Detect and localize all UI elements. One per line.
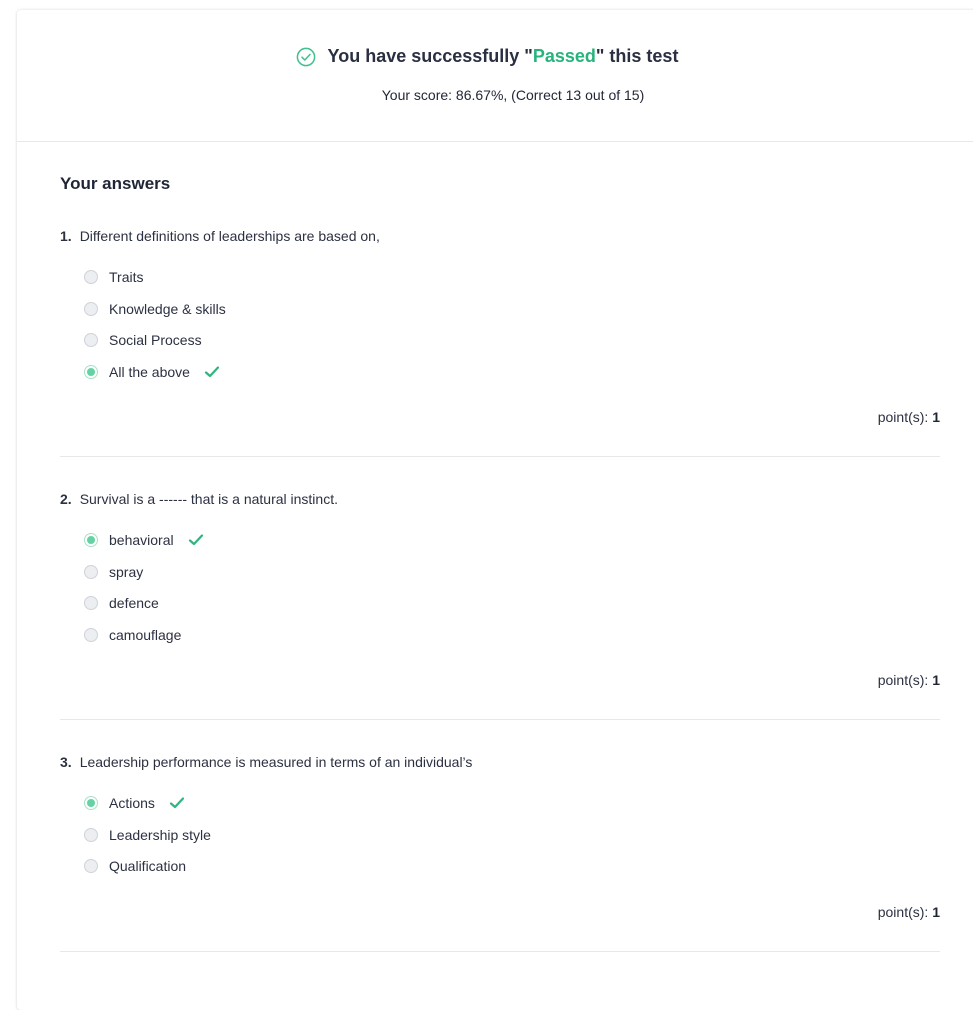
question-text: 3. Leadership performance is measured in… — [60, 754, 940, 770]
option-item[interactable]: Social Process — [84, 324, 226, 356]
option-label: defence — [109, 595, 159, 612]
option-item-selected[interactable]: behavioral — [84, 524, 204, 556]
question-3: 3. Leadership performance is measured in… — [60, 754, 940, 952]
radio-button[interactable] — [84, 627, 98, 642]
result-title-suffix: " this test — [595, 46, 679, 66]
option-item-selected[interactable]: Actions — [84, 787, 211, 819]
option-label: Actions — [109, 794, 155, 811]
points-value: 1 — [932, 672, 940, 688]
question-number: 3. — [60, 754, 72, 770]
question-prompt: Leadership performance is measured in te… — [79, 754, 473, 770]
question-points: point(s): 1 — [878, 409, 940, 425]
question-divider — [60, 951, 940, 952]
question-1: 1. Different definitions of leaderships … — [60, 228, 940, 457]
radio-button[interactable] — [84, 859, 98, 874]
option-label: All the above — [109, 363, 190, 380]
radio-button-checked[interactable] — [84, 795, 98, 810]
option-item-selected[interactable]: All the above — [84, 356, 226, 388]
score-summary: Your score: 86.67%, (Correct 13 out of 1… — [381, 87, 645, 103]
radio-button[interactable] — [84, 827, 98, 842]
question-text: 2. Survival is a ------ that is a natura… — [60, 491, 940, 507]
question-prompt: Different definitions of leaderships are… — [79, 228, 380, 244]
result-header: You have successfully "Passed" this test… — [17, 10, 973, 142]
points-value: 1 — [932, 409, 940, 425]
answers-heading: Your answers — [60, 174, 171, 193]
radio-button-checked[interactable] — [84, 532, 98, 547]
question-points: point(s): 1 — [878, 672, 940, 688]
radio-button[interactable] — [84, 596, 98, 611]
option-label: Social Process — [109, 332, 202, 349]
correct-check-icon — [169, 797, 185, 808]
radio-button[interactable] — [84, 564, 98, 579]
question-divider — [60, 719, 940, 720]
question-points: point(s): 1 — [878, 904, 940, 920]
option-item[interactable]: Leadership style — [84, 819, 211, 851]
option-item[interactable]: spray — [84, 556, 204, 588]
options-list: Traits Knowledge & skills Social Process… — [84, 261, 226, 388]
option-item[interactable]: Qualification — [84, 850, 211, 882]
result-title: You have successfully "Passed" this test — [17, 46, 957, 67]
points-label: point(s): — [877, 409, 929, 425]
question-number: 2. — [60, 491, 72, 507]
question-2: 2. Survival is a ------ that is a natura… — [60, 491, 940, 720]
options-list: Actions Leadership style Qualification — [84, 787, 211, 882]
option-item[interactable]: Knowledge & skills — [84, 293, 226, 325]
check-circle-icon — [296, 47, 315, 66]
question-number: 1. — [60, 228, 72, 244]
test-result-card: You have successfully "Passed" this test… — [17, 10, 973, 1010]
status-passed: Passed — [532, 46, 596, 66]
result-title-text: You have successfully "Passed" this test — [328, 46, 679, 67]
result-title-prefix: You have successfully " — [327, 46, 533, 66]
radio-button[interactable] — [84, 269, 98, 284]
option-item[interactable]: Traits — [84, 261, 226, 293]
option-item[interactable]: defence — [84, 587, 204, 619]
radio-button[interactable] — [84, 333, 98, 348]
correct-check-icon — [188, 534, 203, 545]
option-label: behavioral — [109, 531, 174, 548]
points-label: point(s): — [877, 904, 929, 920]
option-label: Knowledge & skills — [109, 300, 226, 317]
correct-check-icon — [204, 366, 220, 378]
option-label: spray — [109, 563, 144, 580]
radio-button[interactable] — [84, 301, 98, 316]
question-prompt: Survival is a ------ that is a natural i… — [79, 491, 338, 507]
option-item[interactable]: camouflage — [84, 619, 204, 651]
points-label: point(s): — [877, 672, 929, 688]
option-label: Qualification — [109, 858, 187, 875]
option-label: camouflage — [109, 626, 182, 643]
option-label: Leadership style — [109, 826, 211, 843]
question-divider — [60, 456, 940, 457]
option-label: Traits — [109, 268, 144, 285]
points-value: 1 — [932, 904, 940, 920]
options-list: behavioral spray defence camouflage — [84, 524, 204, 651]
radio-button-checked[interactable] — [84, 364, 98, 379]
question-text: 1. Different definitions of leaderships … — [60, 228, 940, 244]
